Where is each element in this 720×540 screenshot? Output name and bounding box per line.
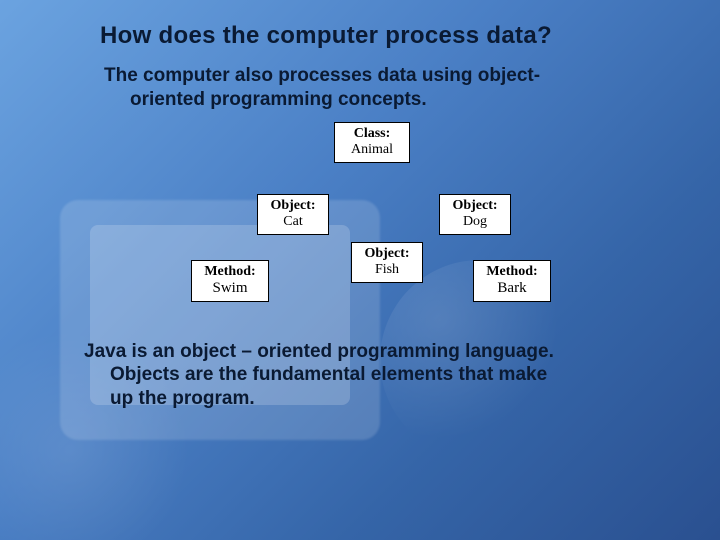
node-method-bark: Method: Bark: [473, 260, 551, 302]
node-label: Method:: [484, 264, 540, 280]
oop-diagram: Class: Animal Object: Cat Object: Dog Ob…: [171, 122, 601, 322]
node-method-swim: Method: Swim: [191, 260, 269, 302]
slide: How does the computer process data? The …: [0, 0, 720, 540]
node-value: Animal: [345, 142, 399, 158]
node-class-animal: Class: Animal: [334, 122, 410, 163]
conclusion-line-1: Java is an object – oriented programming…: [84, 341, 554, 362]
node-value: Dog: [450, 214, 500, 230]
node-object-dog: Object: Dog: [439, 194, 511, 235]
slide-title: How does the computer process data?: [100, 22, 672, 50]
conclusion-paragraph: Java is an object – oriented programming…: [80, 340, 672, 411]
node-label: Method:: [202, 264, 258, 280]
lead-line-1: The computer also processes data using o…: [104, 65, 540, 86]
lead-paragraph: The computer also processes data using o…: [100, 64, 672, 112]
node-object-cat: Object: Cat: [257, 194, 329, 235]
node-label: Class:: [345, 126, 399, 142]
node-value: Cat: [268, 214, 318, 230]
node-label: Object:: [450, 198, 500, 214]
conclusion-line-3: up the program.: [84, 387, 672, 411]
node-value: Fish: [362, 262, 412, 278]
node-value: Swim: [202, 280, 258, 297]
conclusion-line-2: Objects are the fundamental elements tha…: [84, 363, 672, 387]
lead-line-2: oriented programming concepts.: [104, 88, 672, 112]
node-label: Object:: [268, 198, 318, 214]
node-value: Bark: [484, 280, 540, 297]
node-label: Object:: [362, 246, 412, 262]
node-object-fish: Object: Fish: [351, 242, 423, 283]
